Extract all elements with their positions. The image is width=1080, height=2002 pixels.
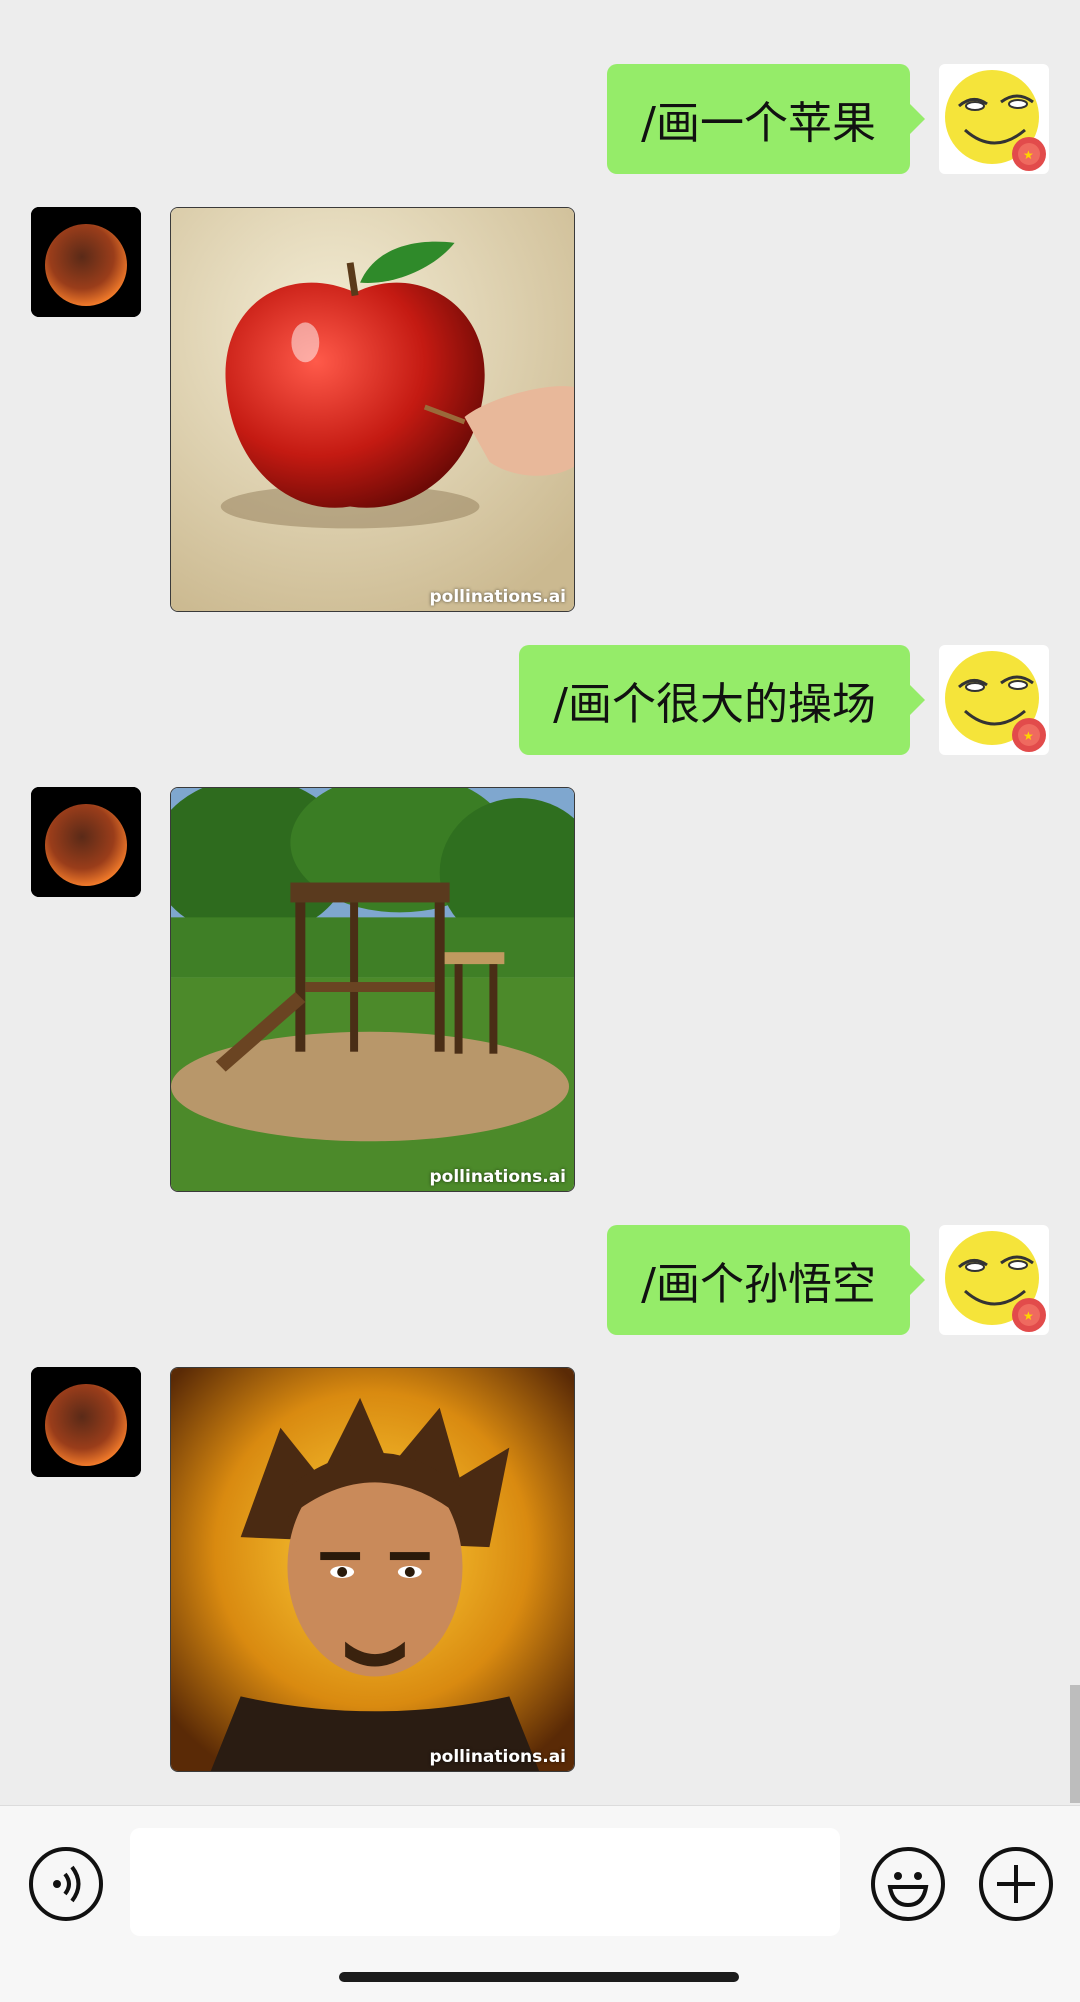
- voice-button[interactable]: [29, 1847, 103, 1921]
- emoji-button[interactable]: [871, 1847, 945, 1921]
- user-avatar[interactable]: ★: [939, 645, 1049, 755]
- scrollbar-thumb[interactable]: [1070, 1685, 1080, 1803]
- svg-text:★: ★: [1023, 729, 1034, 743]
- message-bubble-sent[interactable]: /画个很大的操场: [519, 645, 925, 755]
- message-bubble-sent[interactable]: /画一个苹果: [607, 64, 925, 174]
- input-toolbar: [0, 1805, 1080, 2002]
- message-text: /画个很大的操场: [553, 679, 876, 730]
- plus-icon: [997, 1865, 1035, 1903]
- plus-button[interactable]: [979, 1847, 1053, 1921]
- bot-avatar[interactable]: [31, 207, 141, 317]
- image-message-playground[interactable]: pollinations.ai: [170, 787, 575, 1192]
- message-text: /画个孙悟空: [641, 1259, 876, 1310]
- home-indicator: [339, 1972, 739, 1982]
- emoji-icon: [887, 1872, 929, 1908]
- svg-text:★: ★: [1023, 1309, 1034, 1323]
- image-message-portrait[interactable]: pollinations.ai: [170, 1367, 575, 1772]
- svg-text:★: ★: [1023, 148, 1034, 162]
- watermark: pollinations.ai: [429, 1167, 566, 1187]
- image-message-apple[interactable]: pollinations.ai: [170, 207, 575, 612]
- message-input[interactable]: [130, 1828, 840, 1936]
- bot-avatar[interactable]: [31, 1367, 141, 1477]
- user-avatar[interactable]: ★: [939, 1225, 1049, 1335]
- watermark: pollinations.ai: [429, 587, 566, 607]
- message-bubble-sent[interactable]: /画个孙悟空: [607, 1225, 925, 1335]
- voice-icon: [53, 1865, 81, 1903]
- user-avatar[interactable]: ★: [939, 64, 1049, 174]
- chat-area[interactable]: /画一个苹果 ★ pollinations.ai /画个很大的操场 ★ poll…: [0, 0, 1080, 1805]
- bot-avatar[interactable]: [31, 787, 141, 897]
- watermark: pollinations.ai: [429, 1747, 566, 1767]
- message-text: /画一个苹果: [641, 98, 876, 149]
